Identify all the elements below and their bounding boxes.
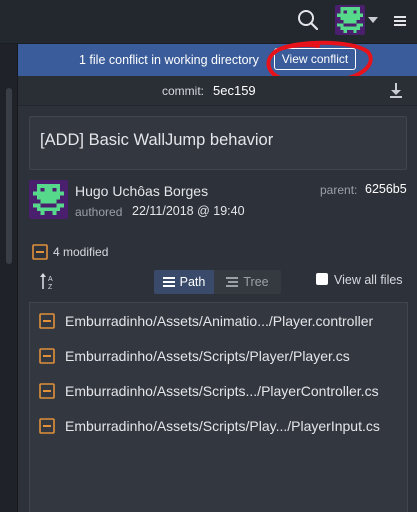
modified-file-icon: [39, 313, 55, 329]
modified-count: 4 modified: [53, 245, 109, 259]
commit-message-box: [ADD] Basic WallJump behavior: [29, 116, 407, 170]
modified-file-icon: [39, 383, 55, 399]
file-path: Emburradinho/Assets/Scripts.../PlayerCon…: [65, 383, 379, 399]
parent-label: parent:: [320, 183, 358, 197]
view-conflict-button[interactable]: View conflict: [274, 48, 356, 70]
view-all-files-label[interactable]: View all files: [334, 273, 403, 287]
modified-file-icon: [32, 244, 48, 260]
tree-view-button[interactable]: Tree: [214, 270, 281, 294]
conflict-message: 1 file conflict in working directory: [79, 53, 259, 67]
file-path: Emburradinho/Assets/Scripts/Player/Playe…: [65, 348, 350, 364]
authored-label: authored: [75, 205, 123, 219]
svg-text:A: A: [48, 276, 53, 283]
search-icon[interactable]: [294, 6, 322, 34]
file-item[interactable]: Emburradinho/Assets/Scripts.../PlayerCon…: [30, 376, 407, 406]
changed-files-list: Emburradinho/Assets/Animatio.../Player.c…: [29, 302, 408, 512]
conflict-banner: 1 file conflict in working directory Vie…: [18, 44, 417, 76]
author-avatar: [29, 180, 68, 219]
authored-date: 22/11/2018 @ 19:40: [132, 204, 245, 218]
chevron-down-icon[interactable]: [366, 14, 380, 26]
commit-sha[interactable]: 5ec159: [213, 83, 256, 98]
commit-label: commit:: [162, 84, 204, 98]
view-mode-toggle: Path Tree: [154, 270, 281, 294]
parent-sha[interactable]: 6256b5: [365, 182, 407, 196]
modified-summary: 4 modified: [32, 243, 108, 261]
file-path: Emburradinho/Assets/Animatio.../Player.c…: [65, 313, 374, 329]
svg-text:Z: Z: [48, 284, 53, 291]
commit-detail-panel: 1 file conflict in working directory Vie…: [18, 40, 417, 512]
author-name: Hugo Uchôas Borges: [75, 183, 209, 199]
commit-header-row: commit: 5ec159: [18, 76, 417, 106]
path-view-label: Path: [179, 275, 206, 289]
left-sidebar-rail: [0, 44, 18, 512]
commit-message: [ADD] Basic WallJump behavior: [40, 131, 274, 149]
user-avatar-icon[interactable]: [335, 5, 365, 35]
file-path: Emburradinho/Assets/Scripts/Play.../Play…: [65, 418, 380, 434]
sidebar-scrollbar[interactable]: [6, 88, 12, 264]
file-item[interactable]: Emburradinho/Assets/Scripts/Play.../Play…: [30, 411, 407, 441]
file-item[interactable]: Emburradinho/Assets/Scripts/Player/Playe…: [30, 341, 407, 371]
hamburger-menu-icon[interactable]: [390, 10, 410, 32]
top-toolbar: [0, 0, 417, 44]
modified-file-icon: [39, 348, 55, 364]
file-item[interactable]: Emburradinho/Assets/Animatio.../Player.c…: [30, 306, 407, 336]
path-view-button[interactable]: Path: [154, 270, 214, 294]
tree-icon: [226, 277, 239, 287]
tree-view-label: Tree: [243, 275, 269, 289]
view-all-files-checkbox[interactable]: [316, 273, 328, 285]
modified-file-icon: [39, 418, 55, 434]
sort-az-icon[interactable]: A Z: [39, 272, 57, 292]
download-icon[interactable]: [389, 82, 405, 100]
list-icon: [162, 277, 175, 287]
